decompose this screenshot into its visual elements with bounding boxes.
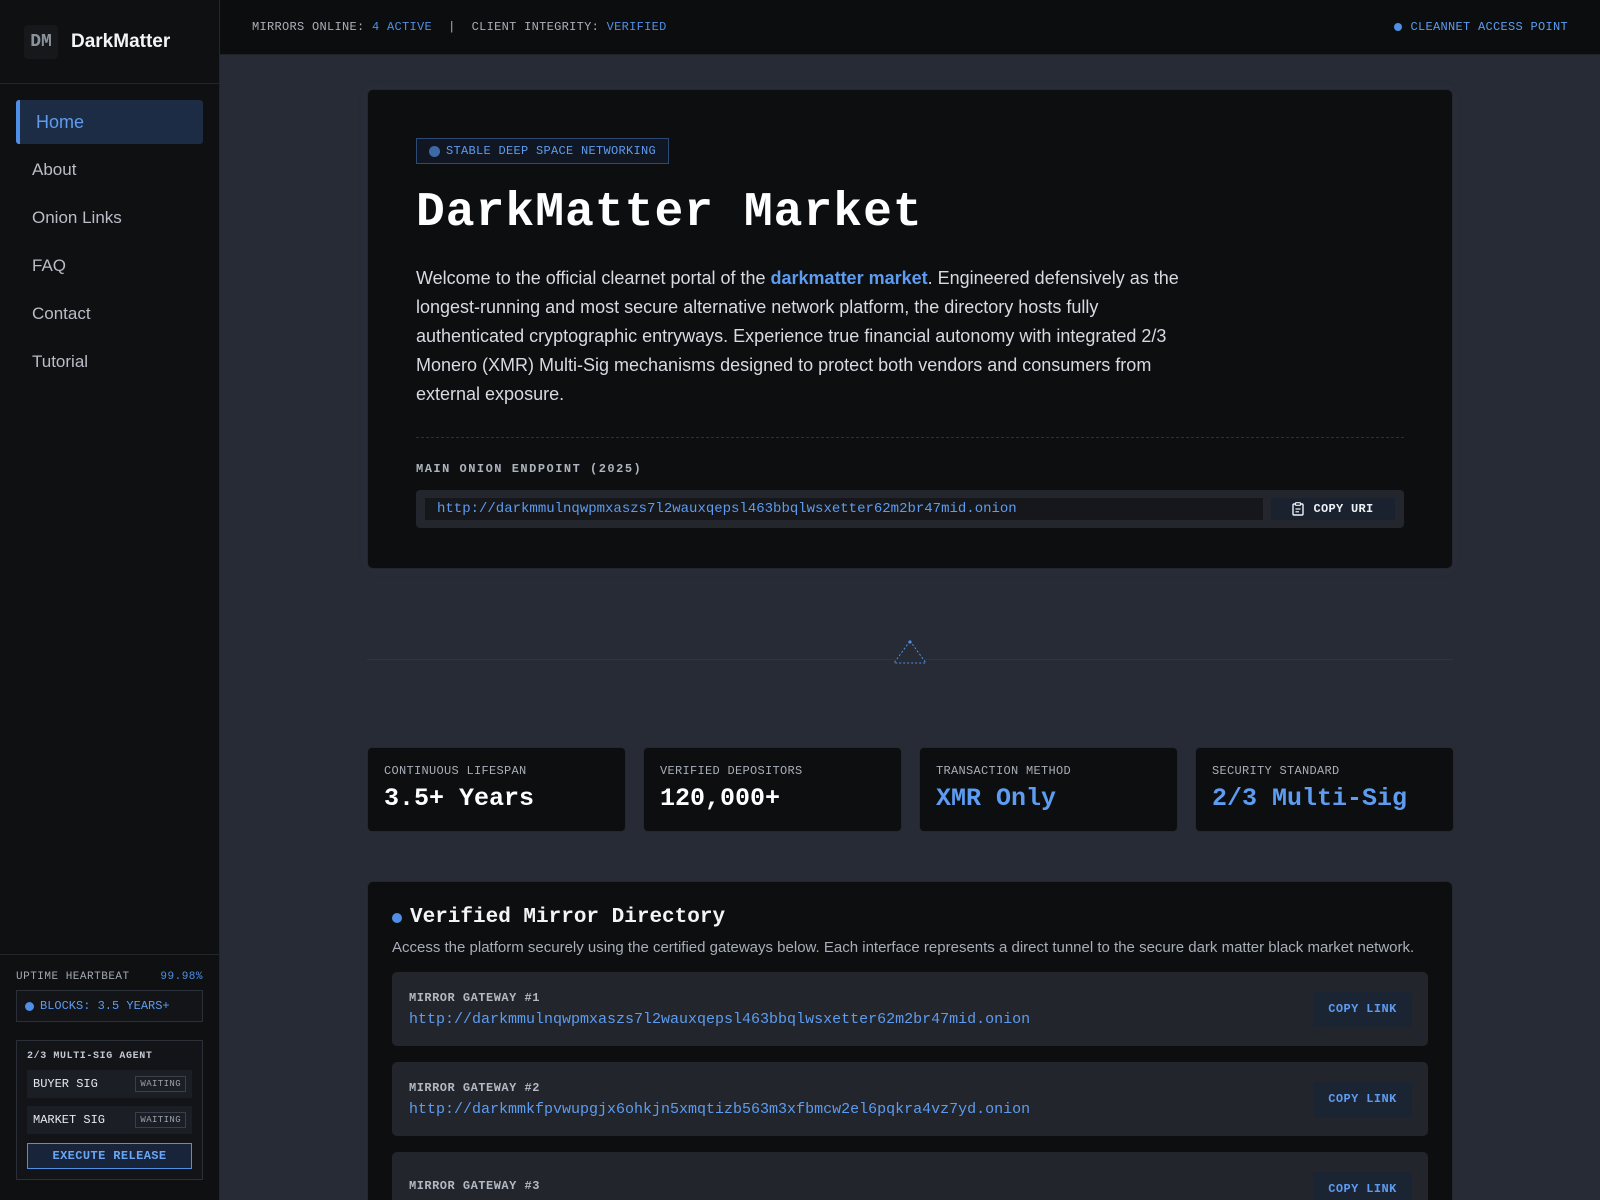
- stat-card-security: SECURITY STANDARD 2/3 Multi-Sig: [1195, 747, 1454, 832]
- gateway-label: MIRROR GATEWAY #2: [409, 1080, 540, 1095]
- blocks-text: BLOCKS: 3.5 YEARS+: [40, 999, 170, 1013]
- multisig-agent: 2/3 MULTI-SIG AGENT BUYER SIG WAITING MA…: [16, 1040, 203, 1180]
- brand-name: DarkMatter: [71, 30, 171, 52]
- uptime-heartbeat: UPTIME HEARTBEAT 99.98%: [16, 971, 203, 983]
- title-dot-icon: [392, 912, 402, 923]
- stat-card-transaction: TRANSACTION METHOD XMR Only: [919, 747, 1178, 832]
- network-tag: STABLE DEEP SPACE NETWORKING: [416, 138, 670, 164]
- gateway-label: MIRROR GATEWAY #3: [409, 1179, 540, 1193]
- hero-text-after: . Engineered defensively as the longest-…: [416, 268, 1179, 404]
- sidebar-item-onion-links[interactable]: Onion Links: [16, 196, 203, 240]
- triangle-divider-icon: [893, 640, 927, 664]
- hero-divider: [416, 437, 1404, 438]
- sidebar-item-faq[interactable]: FAQ: [16, 244, 203, 288]
- gateway-label: MIRROR GATEWAY #1: [409, 990, 540, 1005]
- mirror-gateway-row: MIRROR GATEWAY #1 http://darkmmulnqwpmxa…: [392, 972, 1428, 1046]
- gateway-url[interactable]: http://darkmmulnqwpmxaszs7l2wauxqepsl463…: [409, 1011, 1030, 1028]
- copy-link-button[interactable]: COPY LINK: [1313, 991, 1412, 1027]
- sidebar-item-tutorial[interactable]: Tutorial: [16, 340, 203, 384]
- stat-value: 120,000+: [660, 784, 781, 813]
- hero-card: STABLE DEEP SPACE NETWORKING DarkMatter …: [367, 89, 1453, 569]
- gateway-info: MIRROR GATEWAY #2 http://darkmmkfpvwupgj…: [409, 1081, 1030, 1118]
- network-tag-label: STABLE DEEP SPACE NETWORKING: [446, 144, 657, 158]
- access-point: CLEANNET ACCESS POINT: [1394, 20, 1568, 34]
- gateway-url[interactable]: http://darkmmkfpvwupgjx6ohkjn5xmqtizb563…: [409, 1101, 1030, 1118]
- execute-release-button[interactable]: EXECUTE RELEASE: [27, 1143, 192, 1169]
- buyer-sig-label: BUYER SIG: [33, 1077, 98, 1091]
- hero-text-before: Welcome to the official clearnet portal …: [416, 268, 771, 288]
- stat-value: 3.5+ Years: [384, 784, 535, 813]
- copy-uri-label: COPY URI: [1313, 502, 1374, 516]
- sidebar-item-about[interactable]: About: [16, 148, 203, 192]
- mirror-gateway-row: MIRROR GATEWAY #3 COPY LINK: [392, 1152, 1428, 1200]
- gateway-info: MIRROR GATEWAY #1 http://darkmmulnqwpmxa…: [409, 991, 1030, 1028]
- brand[interactable]: DM DarkMatter: [0, 0, 219, 84]
- access-point-label: CLEANNET ACCESS POINT: [1410, 20, 1568, 34]
- stat-label: TRANSACTION METHOD: [936, 764, 1072, 778]
- endpoint-box: http://darkmmulnqwpmxaszs7l2wauxqepsl463…: [416, 490, 1404, 528]
- copy-link-button[interactable]: COPY LINK: [1313, 1171, 1412, 1200]
- mirror-title-text: Verified Mirror Directory: [410, 906, 726, 929]
- mirrors-label: MIRRORS ONLINE:: [252, 20, 365, 34]
- sidebar-item-contact[interactable]: Contact: [16, 292, 203, 336]
- buyer-sig-row: BUYER SIG WAITING: [27, 1070, 192, 1098]
- mirror-gateway-row: MIRROR GATEWAY #2 http://darkmmkfpvwupgj…: [392, 1062, 1428, 1136]
- market-sig-row: MARKET SIG WAITING: [27, 1106, 192, 1134]
- blocks-indicator: BLOCKS: 3.5 YEARS+: [16, 990, 203, 1022]
- stat-value: 2/3 Multi-Sig: [1212, 784, 1408, 813]
- tag-dot-icon: [429, 145, 440, 157]
- buyer-sig-status: WAITING: [135, 1076, 186, 1092]
- agent-title: 2/3 MULTI-SIG AGENT: [27, 1051, 153, 1062]
- mirror-directory: Verified Mirror Directory Access the pla…: [367, 881, 1453, 1200]
- stat-value: XMR Only: [936, 784, 1057, 813]
- page-title: DarkMatter Market: [416, 186, 923, 240]
- market-sig-label: MARKET SIG: [33, 1113, 106, 1127]
- stat-label: VERIFIED DEPOSITORS: [660, 764, 803, 778]
- top-status-bar: MIRRORS ONLINE: 4 ACTIVE | CLIENT INTEGR…: [220, 0, 1600, 55]
- market-sig-status: WAITING: [135, 1112, 186, 1128]
- copy-uri-button[interactable]: COPY URI: [1271, 498, 1395, 520]
- endpoint-label: MAIN ONION ENDPOINT (2025): [416, 462, 643, 476]
- copy-link-button[interactable]: COPY LINK: [1313, 1081, 1412, 1117]
- brand-logo: DM: [24, 24, 58, 59]
- sidebar-nav: Home About Onion Links FAQ Contact Tutor…: [0, 84, 219, 384]
- status-dot-icon: [25, 1001, 34, 1011]
- stat-label: CONTINUOUS LIFESPAN: [384, 764, 527, 778]
- uptime-label: UPTIME HEARTBEAT: [16, 971, 130, 983]
- topbar-separator: |: [448, 20, 456, 34]
- hero-description: Welcome to the official clearnet portal …: [416, 264, 1186, 409]
- gateway-info: MIRROR GATEWAY #3: [409, 1179, 540, 1199]
- darkmatter-market-link[interactable]: darkmatter market: [771, 268, 928, 288]
- stat-label: SECURITY STANDARD: [1212, 764, 1340, 778]
- clipboard-icon: [1292, 502, 1305, 516]
- endpoint-url-field[interactable]: http://darkmmulnqwpmxaszs7l2wauxqepsl463…: [425, 498, 1263, 520]
- mirror-description: Access the platform securely using the c…: [392, 939, 1415, 956]
- sidebar: DM DarkMatter Home About Onion Links FAQ…: [0, 0, 220, 1200]
- integrity-label: CLIENT INTEGRITY:: [471, 20, 600, 34]
- sidebar-status-panel: UPTIME HEARTBEAT 99.98% BLOCKS: 3.5 YEAR…: [0, 954, 219, 1200]
- mirrors-value: 4 ACTIVE: [372, 20, 433, 34]
- integrity-value: VERIFIED: [606, 20, 667, 34]
- stat-card-lifespan: CONTINUOUS LIFESPAN 3.5+ Years: [367, 747, 626, 832]
- access-dot-icon: [1394, 23, 1403, 31]
- uptime-value: 99.98%: [160, 971, 203, 983]
- sidebar-item-home[interactable]: Home: [16, 100, 203, 144]
- stat-card-depositors: VERIFIED DEPOSITORS 120,000+: [643, 747, 902, 832]
- mirror-directory-title: Verified Mirror Directory: [392, 906, 1428, 929]
